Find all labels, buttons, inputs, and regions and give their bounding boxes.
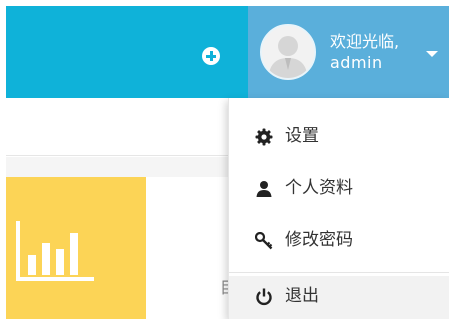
user-icon — [255, 180, 273, 198]
user-avatar-icon — [260, 24, 316, 80]
top-navbar: 欢迎光临, admin — [6, 6, 449, 98]
plus-circle-icon[interactable] — [202, 47, 220, 65]
menu-item-profile[interactable]: 个人资料 — [229, 164, 449, 216]
app-frame: 欢迎光临, admin 目 — [6, 6, 449, 319]
caret-down-icon — [426, 51, 438, 57]
key-icon — [254, 231, 273, 250]
menu-item-label: 个人资料 — [285, 178, 353, 198]
bar-chart-icon — [12, 219, 98, 289]
menu-item-label: 修改密码 — [285, 230, 353, 250]
menu-item-logout[interactable]: 退出 — [229, 276, 449, 319]
user-menu-toggle[interactable]: 欢迎光临, admin — [248, 6, 449, 98]
user-dropdown-menu: 设置 个人资料 修改密码 退出 — [228, 98, 449, 319]
gear-icon — [255, 128, 273, 146]
username-text: admin — [330, 53, 383, 72]
stat-card — [6, 177, 146, 319]
menu-item-settings[interactable]: 设置 — [229, 112, 449, 164]
welcome-text: 欢迎光临, — [330, 32, 400, 51]
power-icon — [255, 288, 273, 306]
menu-item-label: 退出 — [285, 286, 319, 306]
menu-item-change-password[interactable]: 修改密码 — [229, 216, 449, 268]
menu-divider — [229, 272, 449, 273]
menu-item-label: 设置 — [285, 126, 319, 146]
